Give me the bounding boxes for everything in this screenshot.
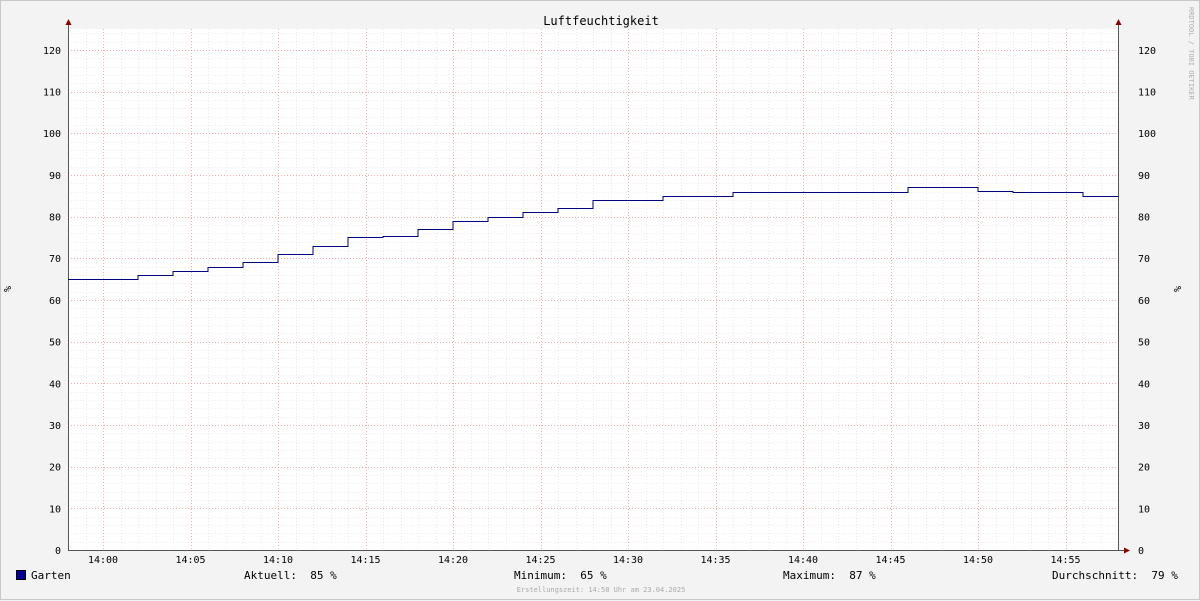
y-tick-label-left: 10 [49, 504, 61, 515]
y-tick-label-left: 70 [49, 254, 61, 265]
y-tick-label-right: 50 [1138, 338, 1150, 349]
y-tick-label-right: 20 [1138, 463, 1150, 474]
stat-maximum: Maximum: 87 % [783, 569, 876, 582]
creation-time: Erstellungszeit: 14:58 Uhr am 23.04.2025 [1, 586, 1200, 594]
y-tick-label-right: 40 [1138, 379, 1150, 390]
x-tick-label: 14:05 [175, 555, 205, 566]
legend-label-garten: Garten [31, 569, 71, 582]
y-tick-label-left: 110 [43, 88, 61, 99]
y-tick-label-right: 110 [1138, 88, 1156, 99]
y-tick-label-right: 0 [1138, 546, 1144, 557]
y-tick-label-left: 60 [49, 296, 61, 307]
y-tick-label-left: 20 [49, 463, 61, 474]
x-tick-label: 14:15 [350, 555, 380, 566]
y-axis-left-arrow [66, 19, 72, 25]
stat-current: Aktuell: 85 % [244, 569, 337, 582]
chart-frame: Luftfeuchtigkeit 0 0 10 10 20 20 30 30 40 40 50 50 60… [0, 0, 1200, 600]
x-tick-label: 14:20 [438, 555, 468, 566]
x-tick-label: 14:50 [963, 555, 993, 566]
legend-swatch-garten [16, 570, 26, 580]
x-axis-arrow [1124, 548, 1130, 554]
rrdtool-watermark: RRDTOOL / TOBI OETIKER [1187, 7, 1195, 100]
y-tick-label-right: 100 [1138, 129, 1156, 140]
x-tick-label: 14:00 [88, 555, 118, 566]
y-tick-label-left: 80 [49, 213, 61, 224]
y-tick-label-left: 30 [49, 421, 61, 432]
legend: Garten Aktuell: 85 % Minimum: 65 % Maxim… [1, 570, 1200, 584]
y-tick-label-left: 120 [43, 46, 61, 57]
x-tick-label: 14:25 [525, 555, 555, 566]
y-tick-label-right: 120 [1138, 46, 1156, 57]
chart: Luftfeuchtigkeit 0 0 10 10 20 20 30 30 40 40 50 50 60… [1, 1, 1200, 601]
y-tick-label-left: 100 [43, 129, 61, 140]
y-tick-label-left: 50 [49, 338, 61, 349]
x-tick-label: 14:10 [263, 555, 293, 566]
chart-title: Luftfeuchtigkeit [543, 14, 659, 28]
x-tick-label: 14:45 [875, 555, 905, 566]
y-tick-label-left: 40 [49, 379, 61, 390]
stat-minimum: Minimum: 65 % [514, 569, 607, 582]
y-axis-right-arrow [1116, 19, 1122, 25]
x-tick-label: 14:40 [788, 555, 818, 566]
plot-background [68, 29, 1118, 550]
y-tick-label-right: 90 [1138, 171, 1150, 182]
x-tick-label: 14:55 [1050, 555, 1080, 566]
y-tick-label-right: 80 [1138, 213, 1150, 224]
y-tick-label-right: 60 [1138, 296, 1150, 307]
y-tick-label-right: 30 [1138, 421, 1150, 432]
y-tick-label-left: 0 [55, 546, 61, 557]
stat-average: Durchschnitt: 79 % [1052, 569, 1178, 582]
y-tick-label-right: 10 [1138, 504, 1150, 515]
y-tick-label-right: 70 [1138, 254, 1150, 265]
x-tick-label: 14:30 [613, 555, 643, 566]
y-tick-label-left: 90 [49, 171, 61, 182]
x-tick-label: 14:35 [700, 555, 730, 566]
y-axis-label-left: % [3, 286, 14, 292]
y-axis-label-right: % [1173, 286, 1184, 292]
